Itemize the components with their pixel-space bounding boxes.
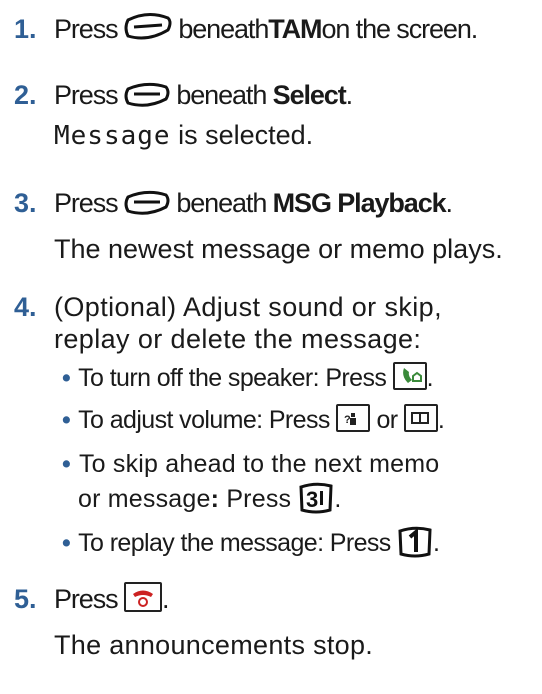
speaker-phone-icon [392, 362, 427, 390]
step-result: The newest message or memo plays. [54, 234, 503, 264]
instruction-page: 1. Press beneathTAMon the screen. 2. Pre… [0, 0, 542, 694]
bullet-replay: • To replay the message: Press . [62, 526, 440, 559]
svg-text:?: ? [344, 414, 351, 426]
step-text-continued: replay or delete the message: [54, 324, 422, 354]
number-3-key-icon: 3 [299, 482, 333, 514]
bullet-dot: • [62, 529, 71, 557]
off-key-icon [123, 582, 162, 612]
step-number: 3. [14, 188, 37, 218]
softkey-icon [124, 82, 170, 107]
bullet-dot: • [62, 450, 71, 478]
phonebook-key-icon [403, 404, 438, 432]
step-number: 4. [14, 292, 37, 322]
softkey-icon [124, 13, 172, 40]
screen-text: Message [54, 121, 171, 151]
bullet-volume: • To adjust volume: Press ? or . [62, 404, 445, 434]
bullet-skip-continued: or message: Press 3. [78, 482, 342, 515]
step-result: Message is selected. [54, 120, 314, 151]
bullet-dot: • [62, 406, 71, 434]
svg-text:3: 3 [306, 487, 318, 512]
step-text: Press beneathTAMon the screen. [54, 13, 478, 44]
step-number: 1. [14, 14, 37, 44]
step-result: The announcements stop. [54, 630, 374, 660]
step-text: Press beneath Select. [54, 80, 353, 110]
number-1-key-icon [398, 526, 432, 558]
bullet-dot: • [62, 364, 71, 392]
bullet-speaker: • To turn off the speaker: Press . [62, 362, 434, 392]
step-text: (Optional) Adjust sound or skip, [54, 292, 442, 322]
step-number: 5. [14, 584, 37, 614]
step-text: Press beneath MSG Playback. [54, 188, 453, 218]
bullet-skip: • To skip ahead to the next memo [62, 450, 440, 478]
directory-key-icon: ? [336, 404, 371, 432]
step-number: 2. [14, 80, 37, 110]
step-text: Press . [54, 582, 170, 614]
softkey-icon [124, 190, 170, 215]
